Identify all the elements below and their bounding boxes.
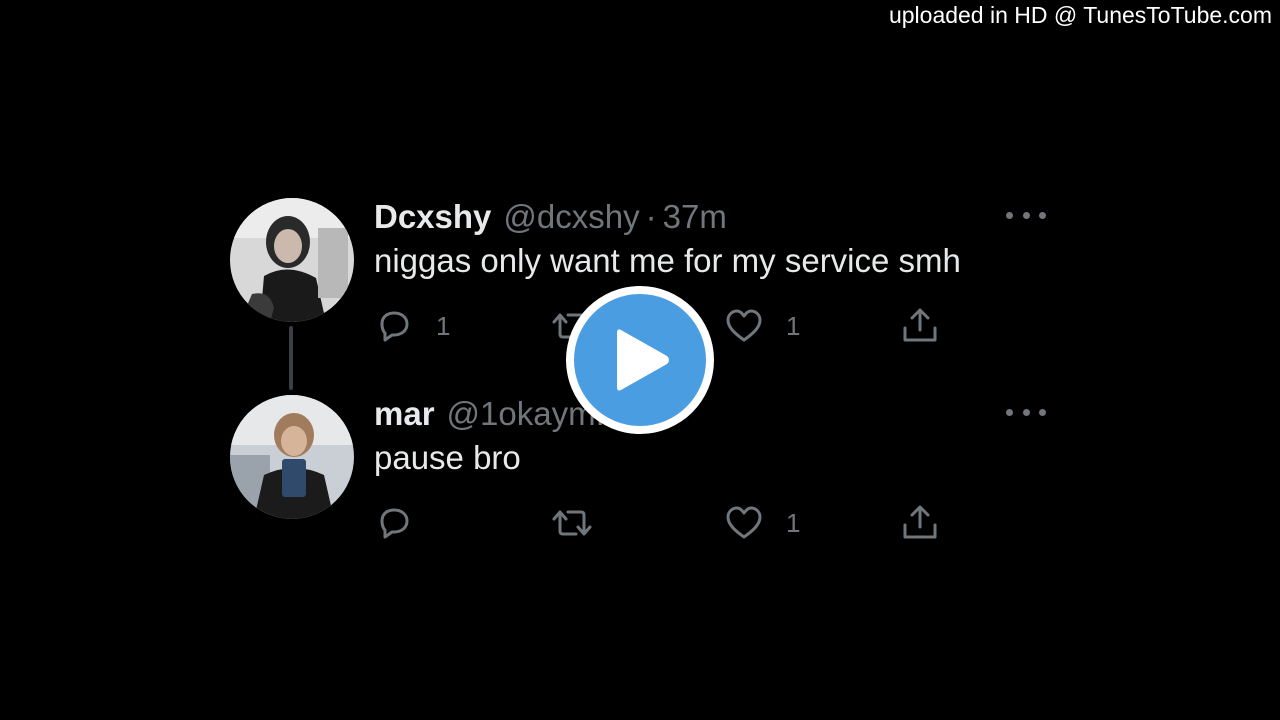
tweet-actions: 1: [374, 503, 974, 543]
avatar[interactable]: [230, 395, 354, 519]
play-button-fill: [574, 294, 706, 426]
like-button[interactable]: 1: [724, 503, 800, 543]
avatar[interactable]: [230, 198, 354, 322]
heart-icon: [726, 309, 762, 342]
share-icon: [903, 505, 937, 539]
like-count: 1: [786, 507, 801, 538]
tweet-text: pause bro: [374, 439, 521, 476]
thread-connector: [289, 326, 293, 390]
reply-icon: [380, 508, 409, 539]
display-name[interactable]: mar: [374, 395, 435, 433]
reply-button[interactable]: [374, 503, 414, 543]
separator-dot: ·: [645, 198, 657, 235]
share-icon: [903, 308, 937, 342]
reply-button[interactable]: 1: [374, 306, 450, 346]
like-count: 1: [786, 310, 801, 341]
retweet-icon: [552, 510, 592, 536]
play-button[interactable]: [566, 286, 714, 434]
heart-icon: [726, 506, 762, 539]
tweet-text: niggas only want me for my service smh: [374, 242, 961, 279]
user-handle[interactable]: @dcxshy: [503, 198, 639, 236]
more-icon[interactable]: [1006, 210, 1046, 220]
retweet-button[interactable]: [550, 503, 594, 543]
share-button[interactable]: [900, 503, 940, 543]
watermark-text: uploaded in HD @ TunesToTube.com: [888, 2, 1272, 28]
reply-count: 1: [436, 310, 451, 341]
video-frame: uploaded in HD @ TunesToTube.com Dcxshy …: [0, 0, 1280, 720]
display-name[interactable]: Dcxshy: [374, 198, 491, 236]
reply-icon: [380, 311, 409, 342]
share-button[interactable]: [900, 306, 940, 346]
timestamp[interactable]: 37m: [663, 198, 727, 236]
like-button[interactable]: 1: [724, 306, 800, 346]
more-icon[interactable]: [1006, 407, 1046, 417]
play-icon: [617, 329, 669, 391]
tweet-header: Dcxshy @dcxshy · 37m: [374, 198, 727, 235]
